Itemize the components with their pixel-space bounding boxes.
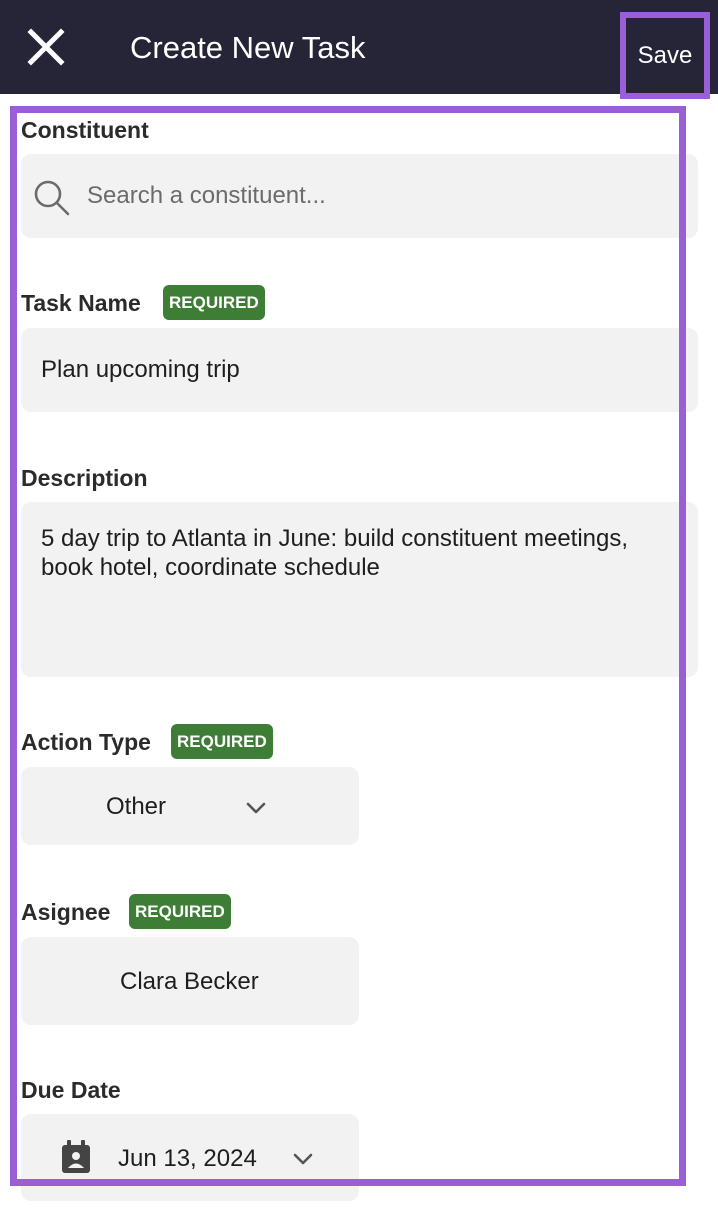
save-highlight: Save: [620, 12, 710, 99]
action-type-dropdown[interactable]: Other: [21, 767, 359, 845]
required-badge: REQUIRED: [129, 894, 231, 929]
assignee-label: Asignee: [21, 899, 111, 925]
search-icon: [34, 180, 70, 216]
constituent-search-field[interactable]: [21, 154, 698, 238]
task-name-value: Plan upcoming trip: [41, 356, 240, 383]
close-icon: [27, 28, 65, 66]
save-button[interactable]: Save: [626, 18, 704, 93]
required-badge: REQUIRED: [171, 724, 273, 759]
required-badge: REQUIRED: [163, 285, 265, 320]
task-name-field[interactable]: Plan upcoming trip: [21, 328, 698, 412]
assignee-selector[interactable]: Clara Becker: [21, 937, 359, 1025]
description-label: Description: [21, 465, 148, 491]
action-type-label: Action Type: [21, 729, 151, 755]
calendar-icon: [62, 1140, 90, 1173]
search-input[interactable]: [87, 178, 667, 214]
description-value: 5 day trip to Atlanta in June: build con…: [41, 525, 629, 581]
due-date-picker[interactable]: Jun 13, 2024: [21, 1114, 359, 1201]
constituent-label: Constituent: [21, 117, 149, 143]
action-type-value: Other: [106, 793, 167, 820]
assignee-value: Clara Becker: [120, 968, 259, 995]
due-date-value: Jun 13, 2024: [118, 1145, 257, 1172]
close-button[interactable]: [26, 27, 66, 67]
due-date-label: Due Date: [21, 1077, 121, 1103]
chevron-down-icon: [293, 1153, 313, 1165]
top-app-bar: Create New Task Save: [0, 0, 718, 99]
chevron-down-icon: [246, 802, 266, 814]
page-title: Create New Task: [130, 30, 366, 65]
task-name-label: Task Name: [21, 290, 141, 316]
description-field[interactable]: 5 day trip to Atlanta in June: build con…: [21, 502, 698, 677]
